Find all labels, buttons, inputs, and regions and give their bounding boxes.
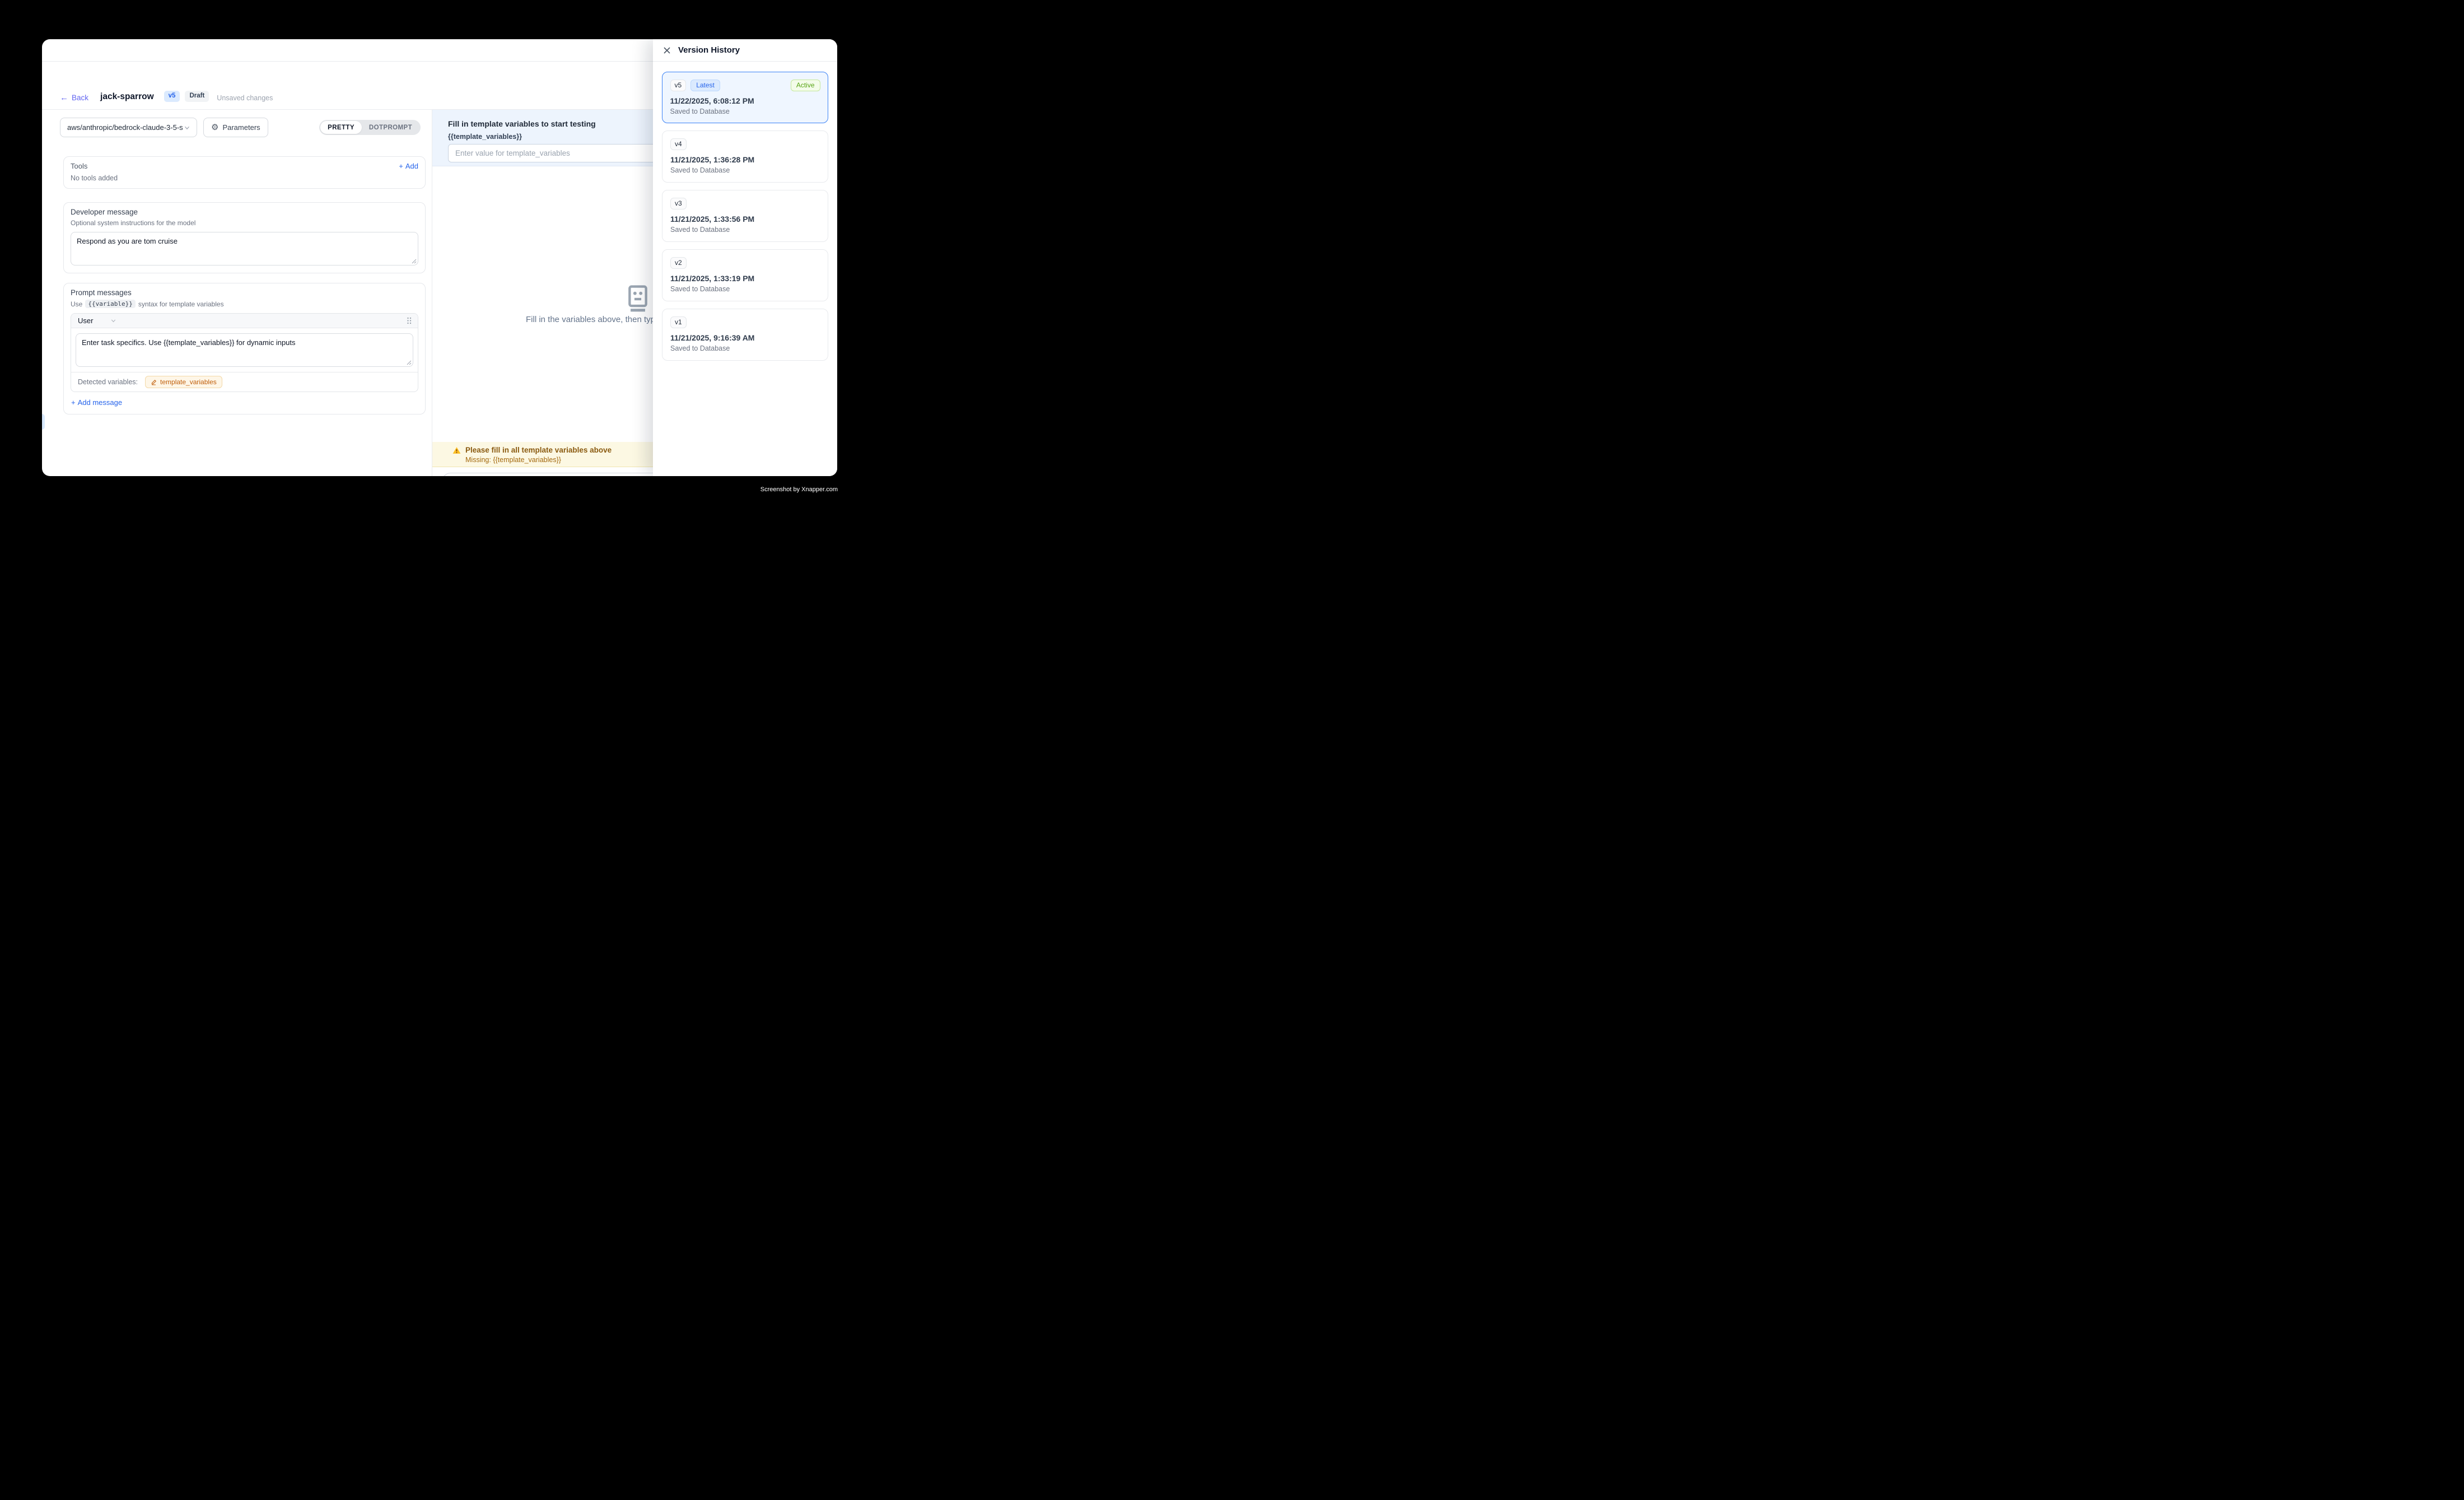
template-variable-name: template_variables xyxy=(160,378,217,386)
subtitle-suffix: syntax for template variables xyxy=(138,300,224,308)
watermark-text: Screenshot by Xnapper.com xyxy=(760,486,838,493)
developer-message-input[interactable]: Respond as you are tom cruise xyxy=(71,232,418,265)
version-timestamp: 11/21/2025, 9:16:39 AM xyxy=(670,333,820,342)
variable-syntax-chip: {{variable}} xyxy=(85,300,135,308)
plus-icon: + xyxy=(71,398,76,407)
draft-badge: Draft xyxy=(185,91,209,102)
developer-message-card: Developer message Optional system instru… xyxy=(63,202,426,273)
close-icon[interactable] xyxy=(663,46,671,54)
latest-badge: Latest xyxy=(690,80,720,91)
drag-handle-icon[interactable] xyxy=(406,316,412,325)
subtitle-prefix: Use xyxy=(71,300,82,308)
version-card-v1[interactable]: v1 11/21/2025, 9:16:39 AM Saved to Datab… xyxy=(662,309,828,361)
version-chip: v1 xyxy=(670,316,687,328)
version-storage: Saved to Database xyxy=(670,108,820,115)
page-title: jack-sparrow xyxy=(100,92,154,102)
bot-icon xyxy=(626,285,650,313)
model-select[interactable]: aws/anthropic/bedrock-claude-3-5-s... xyxy=(60,118,197,137)
add-message-label: Add message xyxy=(78,398,123,407)
template-variable-badge[interactable]: template_variables xyxy=(145,376,222,388)
prompt-messages-card: Prompt messages Use {{variable}} syntax … xyxy=(63,283,426,414)
toggle-dotprompt[interactable]: DOTPROMPT xyxy=(362,121,419,134)
version-history-header: Version History xyxy=(653,39,837,62)
detected-variables-row: Detected variables: template_variables xyxy=(71,372,418,392)
version-storage: Saved to Database xyxy=(670,285,820,293)
version-timestamp: 11/21/2025, 1:33:19 PM xyxy=(670,274,820,283)
app-window: ← Back jack-sparrow v5 Draft Unsaved cha… xyxy=(42,39,837,476)
toggle-pretty[interactable]: PRETTY xyxy=(320,121,362,134)
warning-title: Please fill in all template variables ab… xyxy=(465,446,612,454)
version-card-v4[interactable]: v4 11/21/2025, 1:36:28 PM Saved to Datab… xyxy=(662,131,828,183)
model-toolbar: aws/anthropic/bedrock-claude-3-5-s... ⚙ … xyxy=(60,118,421,137)
tools-card: Tools + Add No tools added xyxy=(63,156,426,189)
unsaved-changes-text: Unsaved changes xyxy=(217,94,273,102)
pencil-icon xyxy=(151,379,157,385)
role-select[interactable]: User xyxy=(78,316,117,325)
gear-icon: ⚙ xyxy=(211,123,218,132)
version-history-panel: Version History v5 Latest Active 11/22/2… xyxy=(653,39,837,476)
model-select-value: aws/anthropic/bedrock-claude-3-5-s... xyxy=(67,123,183,132)
version-timestamp: 11/22/2025, 6:08:12 PM xyxy=(670,96,820,105)
chevron-down-icon xyxy=(183,124,191,132)
version-card-v3[interactable]: v3 11/21/2025, 1:33:56 PM Saved to Datab… xyxy=(662,190,828,242)
version-card-v2[interactable]: v2 11/21/2025, 1:33:19 PM Saved to Datab… xyxy=(662,249,828,301)
message-block: User xyxy=(71,313,418,392)
add-tool-label: Add xyxy=(405,162,418,170)
message-content-input[interactable]: Enter task specifics. Use {{template_var… xyxy=(76,333,413,367)
back-button[interactable]: ← Back xyxy=(60,94,88,102)
format-toggle: PRETTY DOTPROMPT xyxy=(319,120,421,135)
developer-message-subtitle: Optional system instructions for the mod… xyxy=(71,219,418,227)
tools-title: Tools xyxy=(71,162,87,170)
parameters-button[interactable]: ⚙ Parameters xyxy=(203,118,268,137)
version-chip: v3 xyxy=(670,198,687,209)
parameters-label: Parameters xyxy=(222,123,260,132)
back-arrow-icon: ← xyxy=(60,94,68,102)
edge-peek-chip xyxy=(42,414,45,430)
version-chip: v2 xyxy=(670,257,687,269)
developer-message-title: Developer message xyxy=(71,208,418,216)
version-badge: v5 xyxy=(164,91,180,102)
version-chip: v4 xyxy=(670,138,687,150)
version-history-title: Version History xyxy=(678,45,740,55)
version-timestamp: 11/21/2025, 1:33:56 PM xyxy=(670,215,820,223)
add-message-button[interactable]: + Add message xyxy=(71,398,122,407)
prompt-messages-title: Prompt messages xyxy=(71,288,418,297)
tools-empty-text: No tools added xyxy=(71,174,418,182)
version-card-v5[interactable]: v5 Latest Active 11/22/2025, 6:08:12 PM … xyxy=(662,72,828,123)
version-timestamp: 11/21/2025, 1:36:28 PM xyxy=(670,155,820,164)
version-chip: v5 xyxy=(670,80,687,91)
version-storage: Saved to Database xyxy=(670,344,820,352)
prompt-editor-pane: aws/anthropic/bedrock-claude-3-5-s... ⚙ … xyxy=(42,110,432,476)
role-select-value: User xyxy=(78,316,93,325)
empty-state-text: Fill in the variables above, then typ xyxy=(526,315,655,324)
active-badge: Active xyxy=(791,80,820,91)
add-tool-button[interactable]: + Add xyxy=(399,162,418,170)
back-label: Back xyxy=(72,94,88,102)
version-list: v5 Latest Active 11/22/2025, 6:08:12 PM … xyxy=(653,62,837,361)
chevron-down-icon xyxy=(110,317,117,324)
version-storage: Saved to Database xyxy=(670,226,820,234)
plus-icon: + xyxy=(399,162,403,170)
message-header: User xyxy=(71,314,418,328)
version-storage: Saved to Database xyxy=(670,166,820,174)
detected-variables-label: Detected variables: xyxy=(78,378,138,386)
warning-icon xyxy=(452,446,461,454)
